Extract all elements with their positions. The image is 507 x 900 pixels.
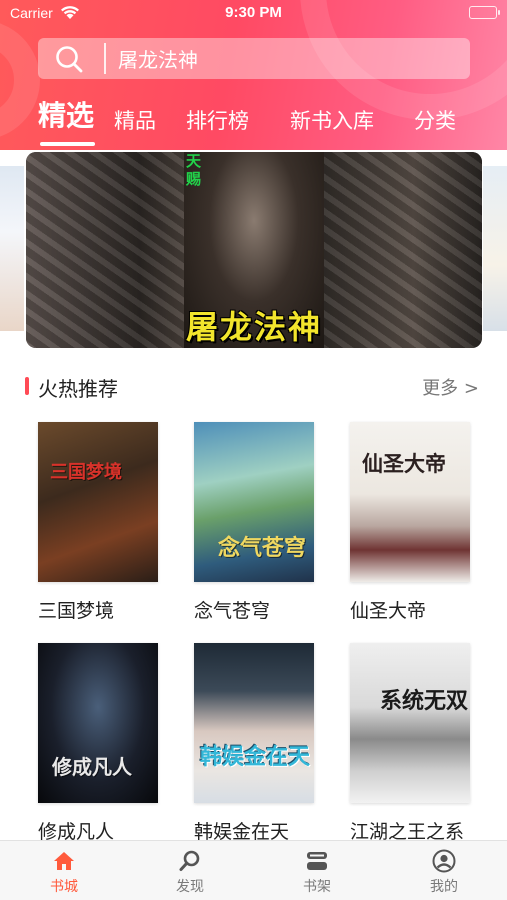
tabbar-label: 书城 [50,879,78,895]
home-icon [54,852,74,870]
book-cover[interactable]: 系统无双 [350,643,470,803]
book-title: 仙圣大帝 [350,600,427,622]
bottom-tab-bar: 书城 发现 书架 我的 [0,840,507,900]
tabbar-label: 我的 [430,879,458,895]
tab-ranking[interactable]: 排行榜 [186,105,249,135]
book-cover[interactable]: 仙圣大帝 [350,422,470,582]
book-cover[interactable]: 念气苍穹 [194,422,314,582]
banner-title: 屠龙法神 [185,308,322,346]
category-tabs: 精选 精品 排行榜 新书入库 分类 [0,92,507,150]
tabbar-item-discover[interactable]: 发现 [150,841,230,900]
book-title: 三国梦境 [38,600,115,622]
book-cover-title: 系统无双 [380,689,469,714]
battery-icon [469,6,500,19]
section-header: 火热推荐 更多 > [0,366,507,406]
section-marker [25,377,29,395]
tab-premium[interactable]: 精品 [114,105,156,135]
book-cover-title: 念气苍穹 [218,536,307,561]
book-cover[interactable]: 三国梦境 [38,422,158,582]
banner-prev-card[interactable] [0,166,24,331]
banner-image[interactable]: 天赐 屠龙法神 [26,152,482,348]
tabbar-item-profile[interactable]: 我的 [404,841,484,900]
header: Carrier 9:30 PM 屠龙法神 精选 精品 排行榜 新书入库 分类 [0,0,507,150]
search-input[interactable]: 屠龙法神 [118,44,198,73]
profile-icon [432,849,456,873]
search-bar[interactable]: 屠龙法神 [38,38,470,79]
bookshelf-icon [307,852,327,870]
book-title: 念气苍穹 [194,600,271,622]
search-icon [56,46,83,73]
search-divider [104,43,106,74]
tabbar-label: 发现 [176,879,204,895]
tab-new-books[interactable]: 新书入库 [290,105,374,135]
book-cover[interactable]: 修成凡人 [38,643,158,803]
tabbar-item-bookstore[interactable]: 书城 [24,841,104,900]
tab-featured[interactable]: 精选 [38,94,94,134]
tabbar-item-bookshelf[interactable]: 书架 [277,841,357,900]
tab-categories[interactable]: 分类 [414,105,456,135]
banner-tag: 天赐 [186,152,202,188]
book-cover-title: 韩娱金在天 [200,745,311,770]
tabbar-label: 书架 [303,879,331,895]
book-cover-title: 三国梦境 [50,462,122,483]
banner-next-card[interactable] [483,166,507,331]
more-link[interactable]: 更多 > [422,374,479,400]
book-cover[interactable]: 韩娱金在天 [194,643,314,803]
section-title: 火热推荐 [38,377,118,401]
active-tab-indicator [40,142,95,146]
banner-carousel[interactable]: 天赐 屠龙法神 [0,150,507,360]
search-icon [179,850,200,871]
status-bar: Carrier 9:30 PM [0,0,507,28]
book-cover-title: 仙圣大帝 [362,452,446,476]
book-cover-title: 修成凡人 [52,755,132,779]
clock: 9:30 PM [225,4,282,21]
